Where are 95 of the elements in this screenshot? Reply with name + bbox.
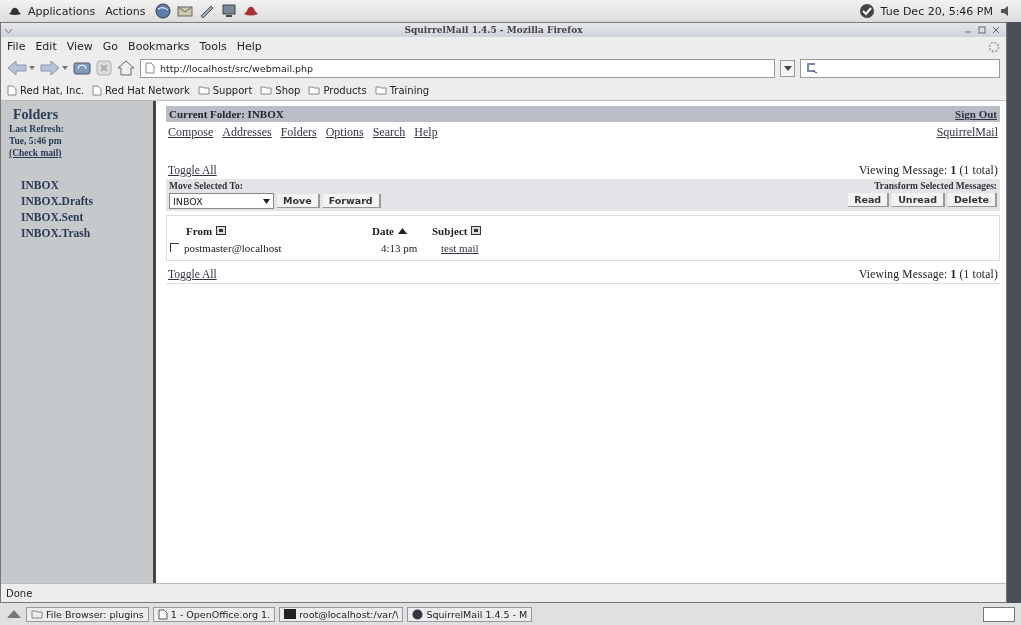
folder-link[interactable]: INBOX [21, 177, 153, 193]
caret-icon[interactable] [29, 66, 35, 70]
check-mail-link[interactable]: (Check mail) [9, 147, 153, 159]
toggle-all-link[interactable]: Toggle All [168, 164, 217, 176]
maximize-icon [978, 26, 986, 34]
bookmark-item[interactable]: Shop [260, 84, 301, 96]
action-button[interactable]: Unread [892, 193, 945, 207]
nav-link[interactable]: Options [325, 125, 364, 140]
throbber-icon [988, 40, 1000, 53]
column-header[interactable]: From [170, 224, 372, 237]
clock[interactable]: Tue Dec 20, 5:46 PM [880, 4, 993, 18]
taskbar-button[interactable]: SquirrelMail 1.4.5 - M [407, 606, 533, 622]
menu-item[interactable]: View [66, 40, 93, 53]
page-icon [7, 84, 17, 96]
dropdown-button[interactable] [780, 59, 795, 77]
globe-icon [412, 608, 424, 620]
folder-icon [197, 85, 210, 95]
home-icon[interactable] [117, 60, 135, 76]
nav-link[interactable]: Search [372, 125, 406, 140]
sign-out-link[interactable]: Sign Out [955, 108, 997, 120]
date-cell-text: 4:13 pm [381, 241, 419, 254]
transform-label: Transform Selected Messages: [874, 181, 997, 191]
folder-link[interactable]: INBOX.Sent [21, 209, 153, 225]
monitor-icon[interactable] [221, 4, 238, 18]
last-refresh-label: Last Refresh: [9, 123, 65, 135]
panel-menu[interactable]: Applications [28, 4, 96, 18]
folder-link[interactable]: INBOX.Drafts [21, 193, 153, 209]
toggle-all-link[interactable]: Toggle All [168, 268, 217, 280]
folder-icon [308, 85, 321, 95]
panel-menu[interactable]: Actions [105, 4, 146, 18]
subject-link[interactable]: test mail [441, 241, 479, 254]
folder-icon [374, 85, 387, 95]
check-icon[interactable] [858, 3, 875, 19]
caret-icon[interactable] [62, 66, 68, 70]
menu-item[interactable]: Help [236, 40, 262, 53]
terminal-icon [284, 609, 297, 619]
last-refresh-time: Tue, 5:46 pm [9, 135, 63, 147]
nav-link[interactable]: Addresses [222, 125, 272, 140]
hat-icon[interactable] [243, 5, 260, 17]
column-header[interactable]: Subject [432, 224, 482, 237]
folder-icon [260, 85, 273, 95]
message-checkbox[interactable] [170, 243, 179, 252]
bookmark-item[interactable]: Support [197, 84, 253, 96]
viewing-message-text: Viewing Message: 1 (1 total) [858, 268, 998, 280]
bookmark-item[interactable]: Products [308, 84, 367, 96]
hat-icon [8, 6, 22, 16]
menu-item[interactable]: Bookmarks [128, 40, 190, 53]
squirrelmail-link[interactable]: SquirrelMail [936, 125, 998, 140]
envelope-icon[interactable] [177, 4, 194, 18]
nav-link[interactable]: Help [414, 125, 438, 140]
window-menu-icon[interactable] [5, 29, 12, 33]
folder-icon [31, 609, 43, 619]
bookmark-item[interactable]: Red Hat Network [92, 84, 190, 96]
menu-item[interactable]: Go [102, 40, 119, 53]
sidebar-title: Folders [13, 107, 60, 123]
action-button[interactable]: Delete [948, 193, 997, 207]
sort-icon[interactable] [471, 226, 482, 235]
viewing-message-text: Viewing Message: 1 (1 total) [858, 164, 998, 176]
search-icon [805, 62, 819, 74]
sort-icon[interactable] [216, 226, 227, 235]
action-button[interactable]: Forward [322, 194, 381, 208]
status-text: Done [6, 587, 33, 599]
sender-cell-text: postmaster@localhost [184, 241, 283, 254]
pen-icon[interactable] [199, 4, 216, 18]
search-field[interactable] [800, 58, 1000, 78]
page-icon [145, 62, 155, 74]
bookmark-item[interactable]: Training [374, 84, 430, 96]
caret-icon [263, 198, 270, 204]
workspace-switcher[interactable] [983, 606, 1015, 622]
taskbar-button[interactable]: 1 - OpenOffice.org 1. [152, 606, 276, 622]
menu-item[interactable]: Edit [35, 40, 57, 53]
page-icon [92, 84, 103, 96]
bookmark-item[interactable]: Red Hat, Inc. [7, 84, 85, 96]
taskbar-button[interactable]: File Browser: plugins [26, 606, 149, 622]
address-field[interactable]: http://localhost/src/webmail.php [140, 58, 775, 78]
globe-icon[interactable] [155, 3, 172, 19]
move-label: Move Selected To: [169, 181, 244, 191]
nav-link[interactable]: Compose [168, 125, 214, 140]
action-button[interactable]: Read [848, 193, 890, 207]
folder-select[interactable]: INBOX [169, 193, 274, 209]
document-icon [157, 608, 168, 620]
nav-link[interactable]: Folders [280, 125, 317, 140]
window-title: SquirrelMail 1.4.5 - Mozilla Firefox [403, 25, 584, 35]
maximize-button[interactable] [976, 25, 988, 35]
current-folder: Current Folder: INBOX [169, 108, 284, 120]
menu-item[interactable]: File [7, 40, 26, 53]
menu-item[interactable]: Tools [199, 40, 227, 53]
caret-icon [783, 65, 792, 71]
folder-link[interactable]: INBOX.Trash [21, 225, 153, 241]
sort-up-icon[interactable] [398, 227, 407, 234]
column-header[interactable]: Date [372, 224, 432, 237]
close-icon [992, 26, 1000, 34]
close-button[interactable] [990, 25, 1002, 35]
action-button[interactable]: Move [277, 194, 320, 208]
taskbar-button[interactable]: root@localhost:/var/\ [279, 606, 404, 622]
